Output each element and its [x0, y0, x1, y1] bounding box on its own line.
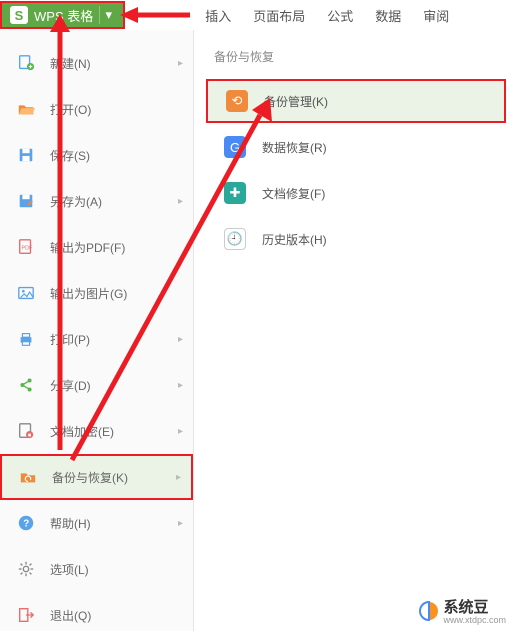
ribbon-tabs: 插入 页面布局 公式 数据 审阅	[205, 6, 449, 25]
submenu-item-1[interactable]: G 数据恢复(R)	[206, 125, 506, 169]
menu-item-pdf[interactable]: PDF 输出为PDF(F)	[0, 224, 193, 270]
watermark-title: 系统豆	[443, 596, 506, 617]
panel-title: 备份与恢复	[214, 48, 506, 65]
menu-label: 选项(L)	[50, 561, 89, 578]
menu-label: 文档加密(E)	[50, 423, 114, 440]
tab-data[interactable]: 数据	[375, 6, 401, 25]
menu-label: 打印(P)	[50, 331, 90, 348]
watermark-logo-icon	[419, 601, 439, 621]
encrypt-icon	[16, 421, 36, 441]
chevron-down-icon: ▾	[99, 6, 117, 24]
menu-label: 输出为PDF(F)	[50, 239, 125, 256]
menu-label: 退出(Q)	[50, 607, 91, 624]
image-icon	[16, 283, 36, 303]
save-icon	[16, 145, 36, 165]
submenu-item-2[interactable]: ✚ 文档修复(F)	[206, 171, 506, 215]
menu-label: 输出为图片(G)	[50, 285, 127, 302]
svg-text:?: ?	[23, 519, 29, 530]
submenu-item-0[interactable]: ⟲ 备份管理(K)	[206, 79, 506, 123]
submenu-icon: ✚	[224, 182, 246, 204]
submenu-icon: G	[224, 136, 246, 158]
menu-item-share[interactable]: 分享(D) ▸	[0, 362, 193, 408]
watermark: 系统豆 www.xtdpc.com	[419, 596, 506, 625]
menu-item-open[interactable]: 打开(O)	[0, 86, 193, 132]
tab-formula[interactable]: 公式	[327, 6, 353, 25]
menu-item-new[interactable]: 新建(N) ▸	[0, 40, 193, 86]
submenu-label: 历史版本(H)	[262, 231, 327, 248]
menu-item-exit[interactable]: 退出(Q)	[0, 592, 193, 638]
app-name: WPS 表格	[34, 6, 93, 25]
menu-label: 保存(S)	[50, 147, 90, 164]
menu-label: 新建(N)	[50, 55, 91, 72]
chevron-right-icon: ▸	[178, 58, 183, 69]
file-menu: 新建(N) ▸ 打开(O) 保存(S) 另存为(A) ▸ PDF 输出为PDF(F) 输出为图片…	[0, 30, 194, 631]
menu-item-save[interactable]: 保存(S)	[0, 132, 193, 178]
menu-label: 打开(O)	[50, 101, 91, 118]
chevron-right-icon: ▸	[178, 426, 183, 437]
chevron-right-icon: ▸	[178, 196, 183, 207]
submenu-label: 文档修复(F)	[262, 185, 325, 202]
print-icon	[16, 329, 36, 349]
submenu-icon: 🕘	[224, 228, 246, 250]
submenu-label: 备份管理(K)	[264, 93, 328, 110]
menu-item-backup[interactable]: 备份与恢复(K) ▸	[0, 454, 193, 500]
options-icon	[16, 559, 36, 579]
menu-item-print[interactable]: 打印(P) ▸	[0, 316, 193, 362]
share-icon	[16, 375, 36, 395]
app-menu-button[interactable]: S WPS 表格 ▾	[0, 1, 125, 29]
backup-icon	[18, 467, 38, 487]
menu-label: 备份与恢复(K)	[52, 469, 128, 486]
chevron-right-icon: ▸	[178, 380, 183, 391]
menu-label: 帮助(H)	[50, 515, 91, 532]
open-icon	[16, 99, 36, 119]
menu-label: 分享(D)	[50, 377, 91, 394]
chevron-right-icon: ▸	[176, 472, 181, 483]
menu-item-saveas[interactable]: 另存为(A) ▸	[0, 178, 193, 224]
menu-item-help[interactable]: ? 帮助(H) ▸	[0, 500, 193, 546]
new-icon	[16, 53, 36, 73]
svg-text:PDF: PDF	[22, 246, 33, 252]
saveas-icon	[16, 191, 36, 211]
submenu-panel: 备份与恢复 ⟲ 备份管理(K) G 数据恢复(R) ✚ 文档修复(F) 🕘 历史版本(H)	[194, 30, 518, 631]
menu-label: 另存为(A)	[50, 193, 102, 210]
help-icon: ?	[16, 513, 36, 533]
exit-icon	[16, 605, 36, 625]
tab-review[interactable]: 审阅	[423, 6, 449, 25]
tab-insert[interactable]: 插入	[205, 6, 231, 25]
menu-item-encrypt[interactable]: 文档加密(E) ▸	[0, 408, 193, 454]
submenu-label: 数据恢复(R)	[262, 139, 327, 156]
menu-item-image[interactable]: 输出为图片(G)	[0, 270, 193, 316]
submenu-icon: ⟲	[226, 90, 248, 112]
pdf-icon: PDF	[16, 237, 36, 257]
chevron-right-icon: ▸	[178, 518, 183, 529]
tab-layout[interactable]: 页面布局	[253, 6, 305, 25]
app-logo-icon: S	[10, 6, 28, 24]
menu-item-options[interactable]: 选项(L)	[0, 546, 193, 592]
chevron-right-icon: ▸	[178, 334, 183, 345]
submenu-item-3[interactable]: 🕘 历史版本(H)	[206, 217, 506, 261]
watermark-url: www.xtdpc.com	[443, 615, 506, 625]
